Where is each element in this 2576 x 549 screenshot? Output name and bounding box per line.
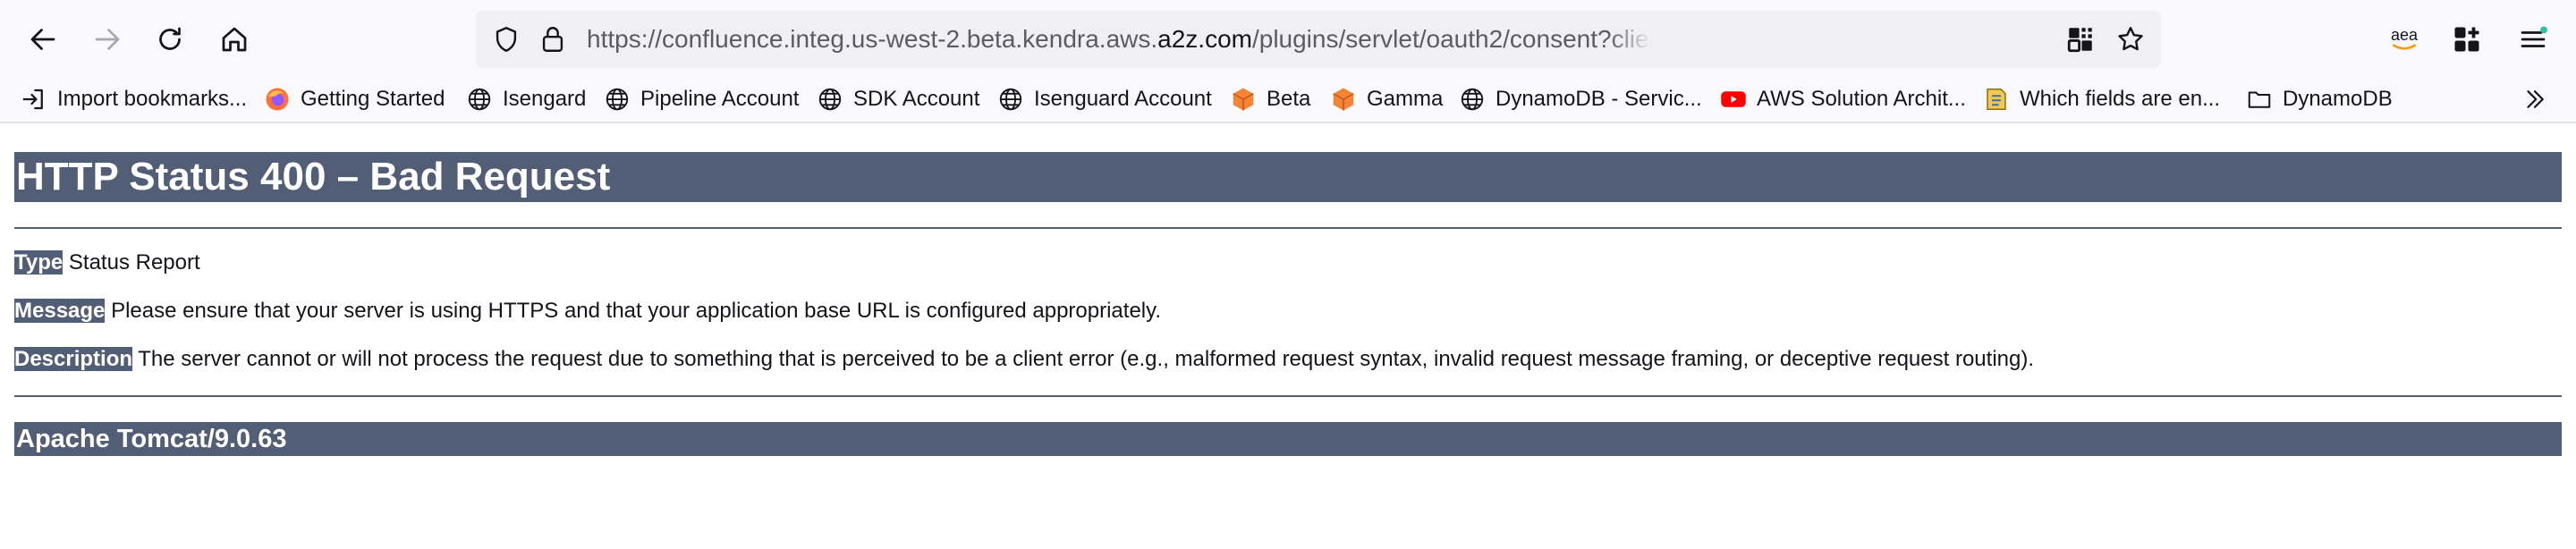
bookmark-label: Isengard <box>503 87 587 111</box>
globe-icon <box>603 85 631 114</box>
import-icon <box>20 85 48 114</box>
bookmark-sdk-account[interactable]: SDK Account <box>816 79 979 120</box>
bookmark-label: Beta <box>1267 87 1311 111</box>
message-value: Please ensure that your server is using … <box>111 299 1162 323</box>
firefox-icon <box>263 85 292 114</box>
extensions-grid-icon <box>2454 27 2479 52</box>
hamburger-menu-icon <box>2521 26 2547 47</box>
bookmark-label: Gamma <box>1367 87 1444 111</box>
bookmark-folder-dynamodb[interactable]: DynamoDB <box>2245 79 2393 120</box>
message-label: Message <box>14 299 106 323</box>
home-icon <box>222 27 247 52</box>
forward-arrow-icon <box>95 29 120 50</box>
home-button[interactable] <box>209 14 259 64</box>
forward-button[interactable] <box>82 14 132 64</box>
box-icon <box>1329 85 1358 114</box>
box-icon <box>1229 85 1258 114</box>
bookmark-which-fields[interactable]: Which fields are en... <box>1982 79 2220 120</box>
globe-icon <box>996 85 1025 114</box>
reload-icon <box>159 27 181 50</box>
folder-icon <box>2245 85 2274 114</box>
server-footer: Apache Tomcat/9.0.63 <box>14 422 2562 456</box>
amazon-smile-icon <box>2393 44 2416 50</box>
bookmark-label: AWS Solution Archit... <box>1757 87 1966 111</box>
bookmark-label: SDK Account <box>853 87 980 111</box>
book-icon <box>1982 85 2011 114</box>
bookmark-label: DynamoDB - Servic... <box>1496 87 1702 111</box>
globe-icon <box>1458 85 1487 114</box>
shield-icon[interactable] <box>488 21 524 57</box>
profile-label: aea <box>2390 26 2419 44</box>
bookmark-label: Pipeline Account <box>640 87 800 111</box>
url-domain: a2z.com <box>1157 25 1252 53</box>
url-text[interactable]: https://confluence.integ.us-west-2.beta.… <box>587 11 1651 68</box>
description-label: Description <box>14 347 133 371</box>
bookmark-label: DynamoDB <box>2283 87 2393 111</box>
chevron-double-right-icon <box>2521 85 2549 114</box>
bookmark-getting-started[interactable]: Getting Started <box>263 79 445 120</box>
type-value: Status Report <box>68 250 200 274</box>
bookmark-label: Import bookmarks... <box>57 87 248 111</box>
app-menu-button[interactable] <box>2508 14 2558 64</box>
amazon-extension-button[interactable]: aea <box>2379 14 2429 64</box>
page-content: HTTP Status 400 – Bad Request Type Statu… <box>0 152 2576 456</box>
bookmark-gamma[interactable]: Gamma <box>1329 79 1443 120</box>
bookmarks-toolbar: Import bookmarks... Getting Started Isen… <box>0 79 2576 123</box>
globe-icon <box>465 85 494 114</box>
bookmark-pipeline-account[interactable]: Pipeline Account <box>603 79 799 120</box>
bookmark-aws-solution-architect[interactable]: AWS Solution Archit... <box>1719 79 1966 120</box>
bookmark-label: Which fields are en... <box>2020 87 2221 111</box>
url-prefix: https://confluence.integ.us-west-2.beta.… <box>587 25 1158 53</box>
reload-button[interactable] <box>145 14 195 64</box>
qr-code-icon[interactable] <box>2063 21 2098 57</box>
back-button[interactable] <box>18 14 68 64</box>
bookmark-isengard[interactable]: Isengard <box>465 79 586 120</box>
description-value: The server cannot or will not process th… <box>138 347 2034 371</box>
divider <box>14 395 2562 397</box>
url-bar[interactable]: https://confluence.integ.us-west-2.beta.… <box>476 11 2161 68</box>
browser-toolbar: https://confluence.integ.us-west-2.beta.… <box>0 0 2576 79</box>
page-title: HTTP Status 400 – Bad Request <box>14 152 2562 202</box>
bookmark-label: Isenguard Account <box>1034 87 1212 111</box>
divider <box>14 227 2562 229</box>
description-row: Description The server cannot or will no… <box>14 347 2562 372</box>
globe-icon <box>816 85 844 114</box>
bookmark-label: Getting Started <box>301 87 445 111</box>
message-row: Message Please ensure that your server i… <box>14 299 2562 324</box>
extensions-button[interactable] <box>2442 14 2492 64</box>
type-label: Type <box>14 250 64 274</box>
lock-icon[interactable] <box>535 21 571 57</box>
back-arrow-icon <box>30 29 55 50</box>
bookmark-star-icon[interactable] <box>2113 21 2148 57</box>
bookmark-dynamodb-service[interactable]: DynamoDB - Servic... <box>1458 79 1702 120</box>
bookmark-import[interactable]: Import bookmarks... <box>20 79 247 120</box>
youtube-icon <box>1719 85 1748 114</box>
bookmarks-overflow-button[interactable] <box>2521 79 2558 120</box>
bookmark-isenguard-account[interactable]: Isenguard Account <box>996 79 1212 120</box>
type-row: Type Status Report <box>14 250 2562 275</box>
url-path: /plugins/servlet/oauth2/consent?client_i… <box>1251 25 1651 53</box>
bookmark-beta[interactable]: Beta <box>1229 79 1310 120</box>
